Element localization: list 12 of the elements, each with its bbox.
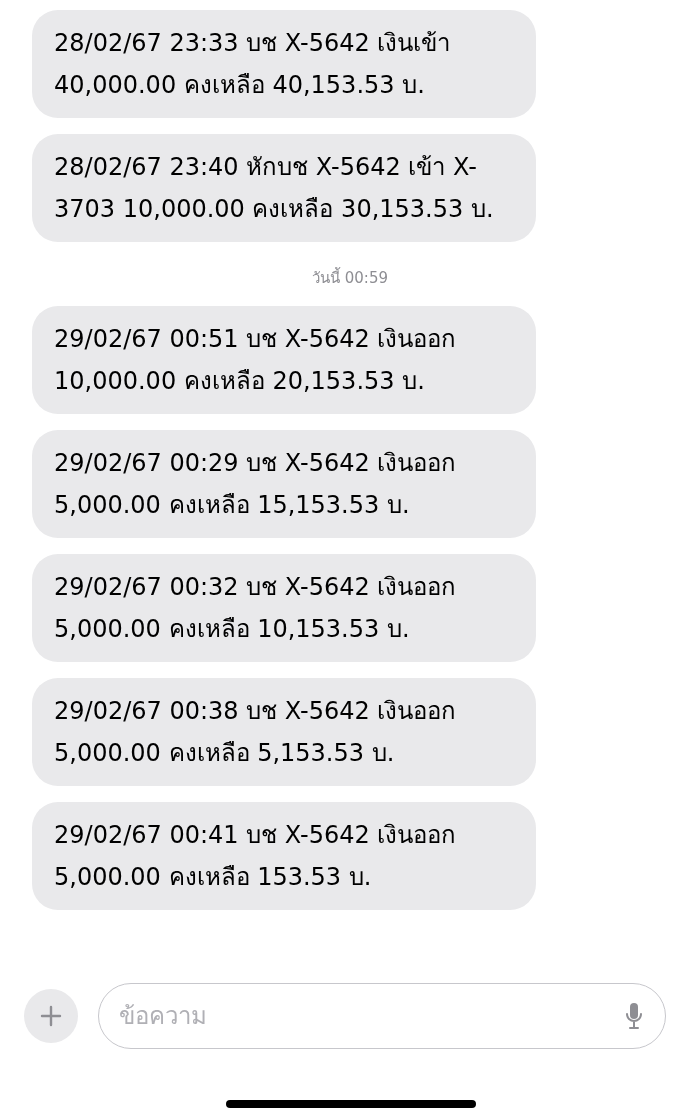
message-bubble: 28/02/67 23:40 หักบช X-5642 เข้า X-3703 10,000.00 คงเหลือ 30,153.53 บ. [32,134,536,242]
message-field[interactable]: ข้อความ [98,983,666,1049]
add-button[interactable] [24,989,78,1043]
message-bubble: 29/02/67 00:41 บช X-5642 เงินออก 5,000.00 คงเหลือ 153.53 บ. [32,802,536,910]
message-bubble: 29/02/67 00:32 บช X-5642 เงินออก 5,000.00 คงเหลือ 10,153.53 บ. [32,554,536,662]
timestamp: วันนี้ 00:59 [312,266,388,289]
microphone-icon[interactable] [624,1001,644,1031]
message-bubble: 29/02/67 00:51 บช X-5642 เงินออก 10,000.00 คงเหลือ 20,153.53 บ. [32,306,536,414]
message-bubble: 29/02/67 00:29 บช X-5642 เงินออก 5,000.00 คงเหลือ 15,153.53 บ. [32,430,536,538]
message-bubble: 29/02/67 00:38 บช X-5642 เงินออก 5,000.00 คงเหลือ 5,153.53 บ. [32,678,536,786]
message-bubble: 28/02/67 23:33 บช X-5642 เงินเข้า 40,000.00 คงเหลือ 40,153.53 บ. [32,10,536,118]
plus-icon [39,1004,63,1028]
